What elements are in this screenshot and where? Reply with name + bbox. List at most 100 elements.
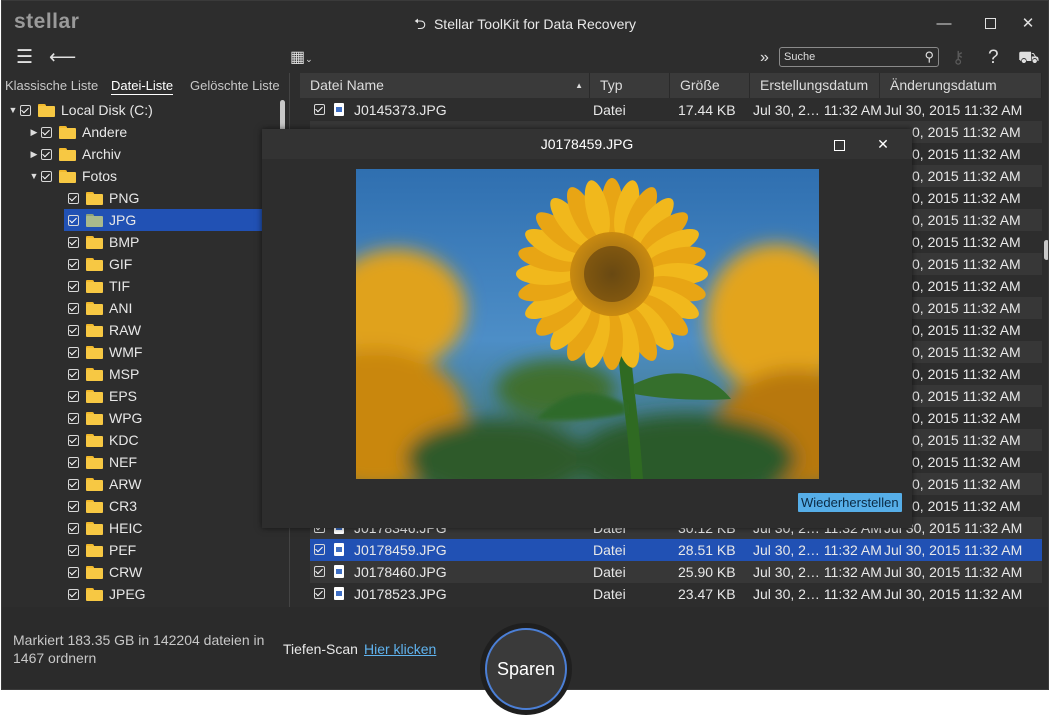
- toolbar: ☰ ⟵ ▦⌄ » ⚲ ⚷ ? ⛟: [2, 45, 1048, 73]
- collapse-arrow-icon[interactable]: ▼: [27, 171, 41, 181]
- cell-modified: 0, 2015 11:32 AM: [912, 388, 1021, 404]
- checkbox[interactable]: [68, 390, 79, 402]
- expand-arrow-icon[interactable]: ▶: [27, 149, 41, 160]
- tree-node-eps[interactable]: EPS: [64, 385, 137, 407]
- checkbox[interactable]: [68, 434, 79, 446]
- tree-node-pef[interactable]: PEF: [64, 539, 136, 561]
- save-button[interactable]: Sparen: [485, 628, 567, 710]
- image-file-icon: [334, 103, 344, 116]
- checkbox[interactable]: [68, 522, 79, 534]
- image-file-icon: [334, 565, 344, 578]
- tree-node-gif[interactable]: GIF: [64, 253, 132, 275]
- folder-icon: [59, 125, 76, 139]
- preview-maximize-button[interactable]: [827, 134, 851, 154]
- tree-node-wpg[interactable]: WPG: [64, 407, 142, 429]
- column-header-created[interactable]: Erstellungsdatum: [750, 73, 880, 98]
- checkbox[interactable]: [68, 588, 79, 600]
- back-arrow-icon: ⮌: [413, 16, 426, 33]
- checkbox[interactable]: [314, 588, 325, 599]
- search-icon[interactable]: ⚲: [924, 49, 934, 65]
- deep-scan-link[interactable]: Hier klicken: [364, 641, 436, 657]
- tree-node-label: KDC: [109, 432, 139, 448]
- tree-node-root[interactable]: ▼ Local Disk (C:): [6, 99, 153, 121]
- collapse-arrow-icon[interactable]: ▼: [6, 105, 20, 115]
- tree-node-label: JPEG: [109, 586, 146, 602]
- tab-klassische-liste[interactable]: Klassische Liste: [5, 78, 98, 93]
- tree-node-tif[interactable]: TIF: [64, 275, 130, 297]
- close-button[interactable]: ✕: [1013, 10, 1043, 36]
- checkbox[interactable]: [314, 104, 325, 115]
- column-header-type[interactable]: Typ: [590, 73, 670, 98]
- help-icon[interactable]: ?: [988, 47, 999, 69]
- maximize-button[interactable]: [975, 10, 1005, 36]
- tree-scrollbar[interactable]: [280, 100, 285, 132]
- checkbox[interactable]: [68, 544, 79, 556]
- tree-node-archiv[interactable]: ▶ Archiv: [27, 143, 121, 165]
- restore-button[interactable]: Wiederherstellen: [798, 493, 902, 512]
- folder-icon: [38, 103, 55, 117]
- table-row[interactable]: J0178460.JPG Datei 25.90 KB Jul 30, 2… 11:3…: [310, 561, 1042, 583]
- key-icon[interactable]: ⚷: [952, 47, 964, 69]
- checkbox[interactable]: [68, 346, 79, 358]
- view-grid-icon[interactable]: ▦⌄: [290, 47, 313, 70]
- column-header-modified[interactable]: Änderungsdatum: [880, 73, 1042, 98]
- tab-geloeschte-liste[interactable]: Gelöschte Liste: [190, 78, 280, 93]
- tree-node-ani[interactable]: ANI: [64, 297, 132, 319]
- checkbox[interactable]: [314, 544, 325, 555]
- title-bar: stellar ⮌ Stellar ToolKit for Data Recove…: [2, 1, 1048, 45]
- checkbox[interactable]: [68, 456, 79, 468]
- tree-node-jpeg[interactable]: JPEG: [64, 583, 146, 605]
- checkbox[interactable]: [68, 566, 79, 578]
- checkbox[interactable]: [68, 478, 79, 490]
- tree-node-andere[interactable]: ▶ Andere: [27, 121, 128, 143]
- preview-close-button[interactable]: ✕: [871, 134, 895, 154]
- image-file-icon: [334, 543, 344, 556]
- tree-node-png[interactable]: PNG: [64, 187, 139, 209]
- table-row[interactable]: J0145373.JPG Datei 17.44 KB Jul 30, 2… 11:3…: [310, 99, 1042, 121]
- tree-node-cr3[interactable]: CR3: [64, 495, 137, 517]
- column-header-size[interactable]: Größe: [670, 73, 750, 98]
- cart-icon[interactable]: ⛟: [1018, 47, 1039, 69]
- tab-datei-liste[interactable]: Datei-Liste: [111, 78, 174, 95]
- checkbox[interactable]: [68, 500, 79, 512]
- checkbox[interactable]: [68, 192, 79, 204]
- checkbox[interactable]: [68, 280, 79, 292]
- table-row[interactable]: J0178459.JPG Datei 28.51 KB Jul 30, 2… 11:3…: [310, 539, 1042, 561]
- tree-node-fotos[interactable]: ▼ Fotos: [27, 165, 117, 187]
- checkbox[interactable]: [41, 170, 52, 182]
- checkbox[interactable]: [68, 258, 79, 270]
- tree-node-nef[interactable]: NEF: [64, 451, 137, 473]
- search-box[interactable]: ⚲: [779, 47, 939, 67]
- expand-arrow-icon[interactable]: ▶: [27, 127, 41, 138]
- checkbox[interactable]: [68, 324, 79, 336]
- checkbox[interactable]: [41, 148, 52, 160]
- menu-icon[interactable]: ☰: [16, 47, 33, 69]
- tree-node-bmp[interactable]: BMP: [64, 231, 139, 253]
- checkbox[interactable]: [68, 368, 79, 380]
- back-icon[interactable]: ⟵: [49, 47, 76, 69]
- folder-icon: [86, 235, 103, 249]
- tree-node-jpg[interactable]: JPG: [64, 209, 262, 231]
- tree-node-msp[interactable]: MSP: [64, 363, 139, 385]
- deep-scan-label: Tiefen-Scan: [283, 641, 358, 657]
- tree-node-crw[interactable]: CRW: [64, 561, 142, 583]
- tree-node-raw[interactable]: RAW: [64, 319, 141, 341]
- tree-node-kdc[interactable]: KDC: [64, 429, 139, 451]
- minimize-button[interactable]: —: [929, 10, 959, 36]
- tree-node-wmf[interactable]: WMF: [64, 341, 142, 363]
- search-input[interactable]: [784, 49, 904, 65]
- column-header-name[interactable]: Datei Name ▲: [300, 73, 590, 98]
- tree-node-heic[interactable]: HEIC: [64, 517, 142, 539]
- tree-node-arw[interactable]: ARW: [64, 473, 141, 495]
- tree-node-label: HEIC: [109, 520, 143, 536]
- checkbox[interactable]: [68, 214, 79, 226]
- checkbox[interactable]: [68, 236, 79, 248]
- file-list-scrollbar[interactable]: [1044, 240, 1048, 260]
- checkbox[interactable]: [68, 302, 79, 314]
- checkbox[interactable]: [20, 104, 31, 116]
- checkbox[interactable]: [41, 126, 52, 138]
- checkbox[interactable]: [68, 412, 79, 424]
- table-row[interactable]: J0178523.JPG Datei 23.47 KB Jul 30, 2… 11:3…: [310, 583, 1042, 605]
- checkbox[interactable]: [314, 566, 325, 577]
- expand-icon[interactable]: »: [760, 47, 769, 69]
